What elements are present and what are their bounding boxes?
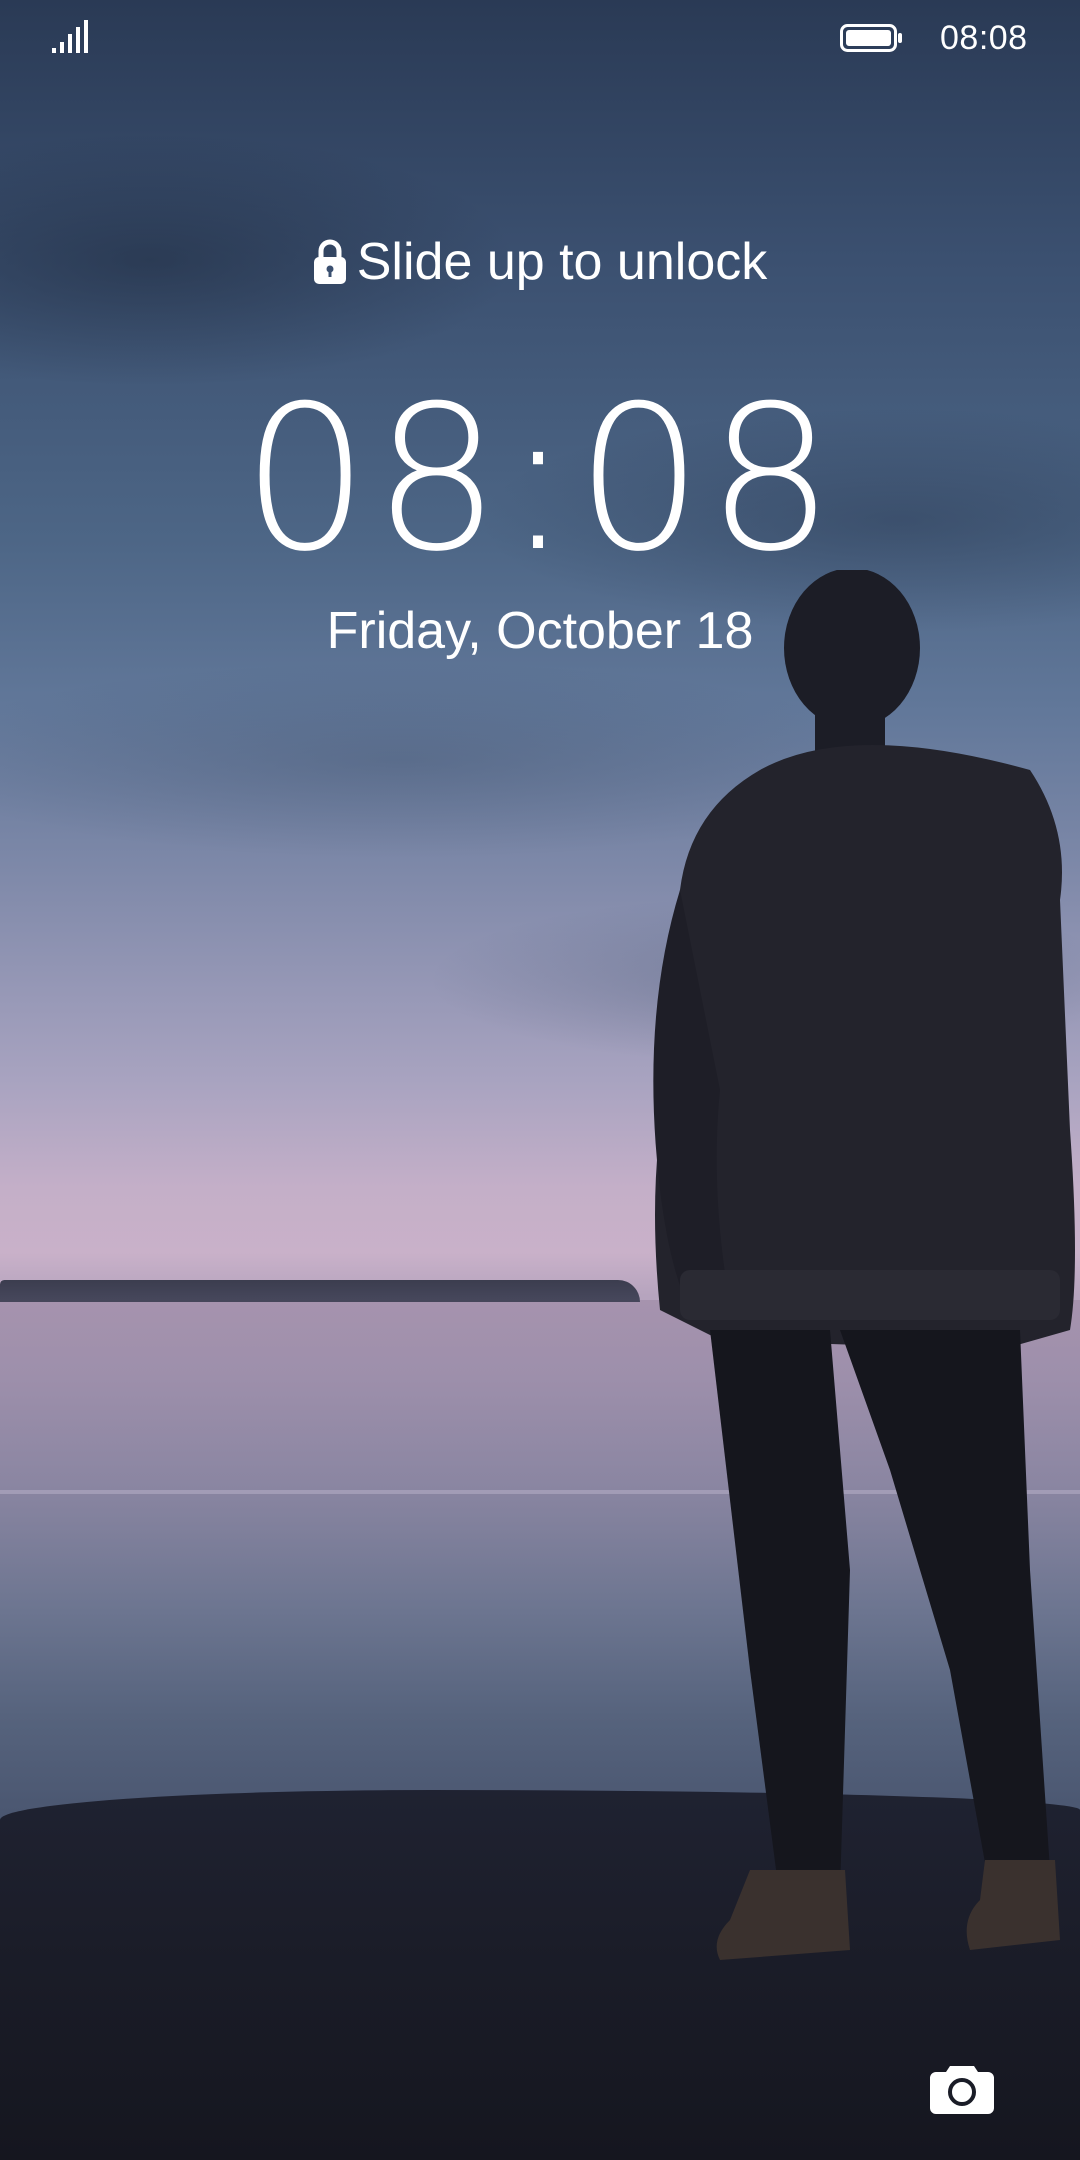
status-bar: 08:08 — [0, 0, 1080, 80]
unlock-hint[interactable]: Slide up to unlock — [0, 230, 1080, 294]
lock-screen-clock: 08:08 — [241, 363, 839, 596]
wallpaper-tree-line — [0, 1280, 640, 1302]
lock-screen-date: Friday, October 18 — [326, 602, 754, 660]
camera-icon[interactable] — [930, 2060, 994, 2114]
battery-full-icon — [840, 24, 902, 52]
lock-icon — [313, 239, 346, 284]
wallpaper-person-silhouette — [653, 570, 1075, 1960]
signal-bars-icon — [52, 20, 88, 53]
lock-screen[interactable]: 08:08 Slide up to unlock 08:08 Friday, O… — [0, 0, 1080, 2160]
status-bar-time: 08:08 — [940, 19, 1028, 57]
unlock-hint-text: Slide up to unlock — [356, 233, 768, 291]
